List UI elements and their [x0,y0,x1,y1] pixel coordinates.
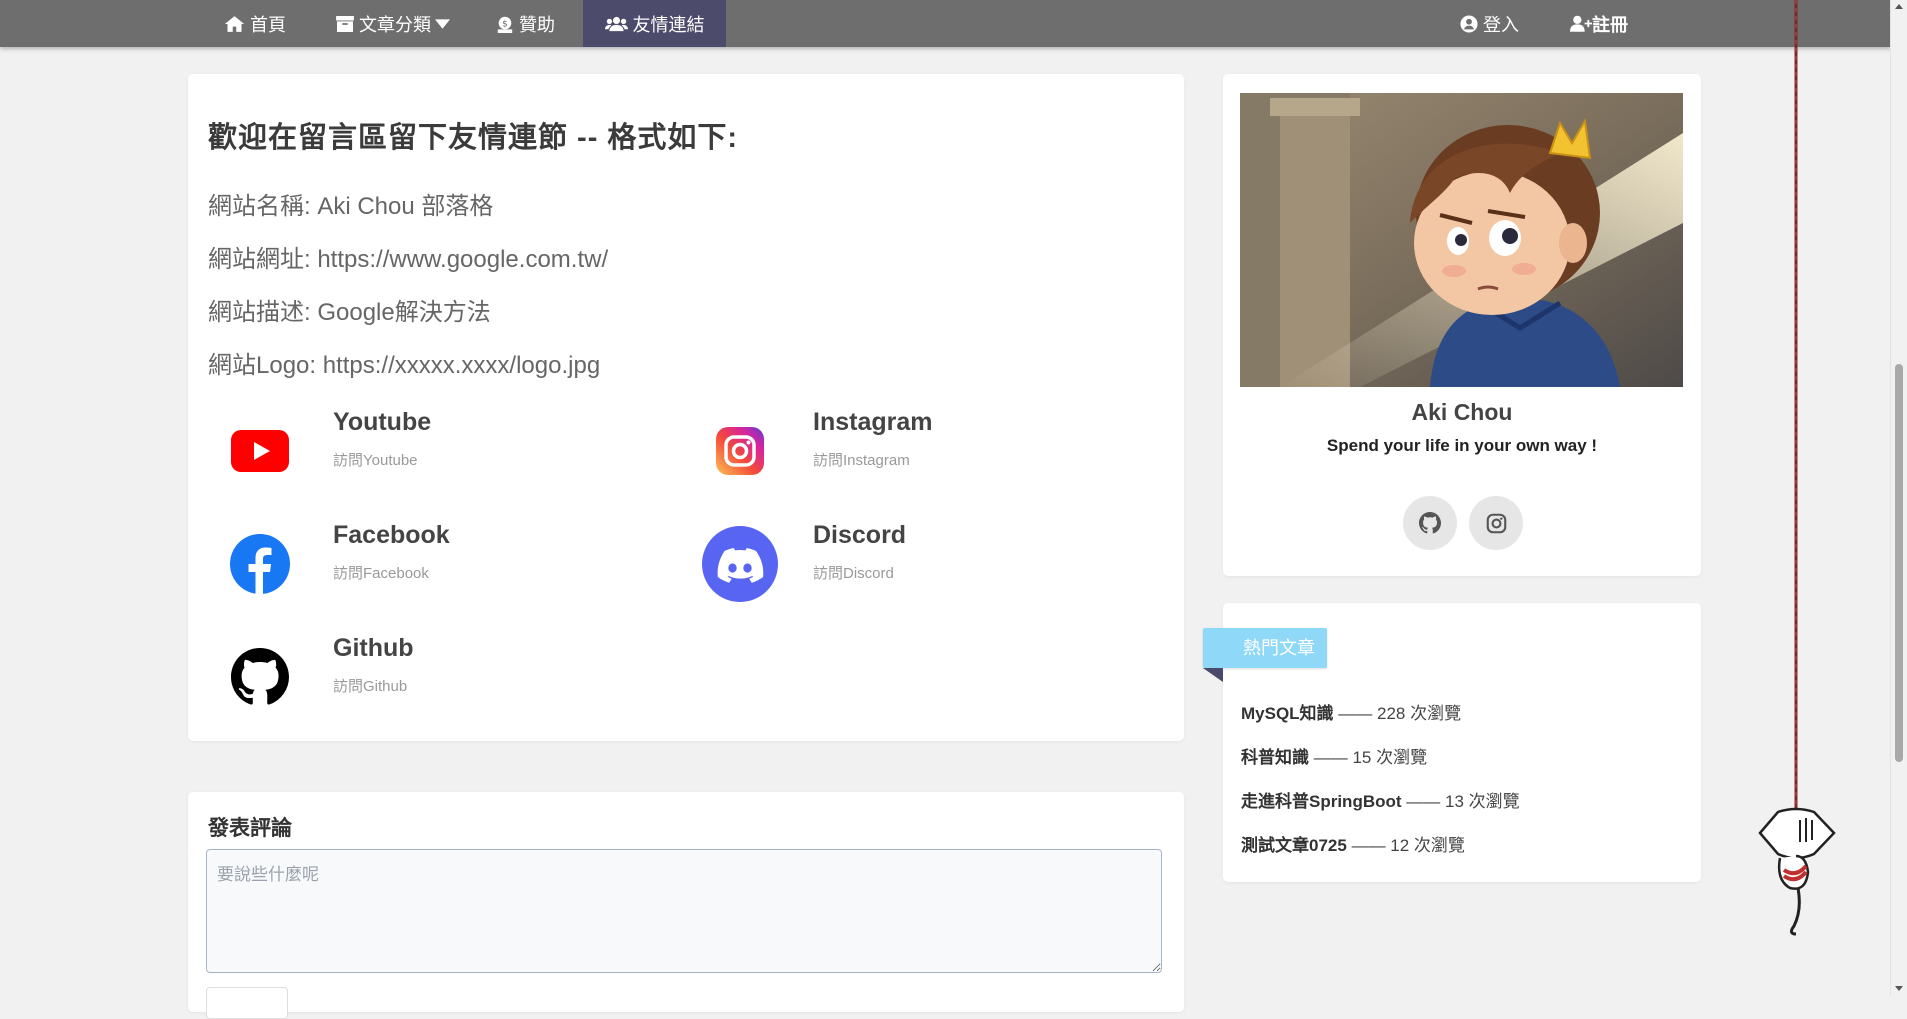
instagram-icon [1486,513,1506,533]
comment-title: 發表評論 [208,817,292,840]
nav-sponsor[interactable]: $ 贊助 [496,0,555,47]
nav-register[interactable]: 註冊 [1570,0,1628,47]
format-site-url: 網站網址: https://www.google.com.tw/ [208,246,609,273]
user-circle-icon [1460,14,1478,33]
friend-links-card: 歡迎在留言區留下友情連節 -- 格式如下: 網站名稱: Aki Chou 部落格… [188,74,1184,741]
page-title: 歡迎在留言區留下友情連節 -- 格式如下: [208,122,739,154]
friend-link-youtube[interactable]: Youtube 訪問Youtube [220,397,640,489]
github-icon [220,637,300,717]
format-site-name: 網站名稱: Aki Chou 部落格 [208,193,494,220]
svg-text:$: $ [502,19,508,29]
top-navbar: 首頁 文章分類 $ 贊助 友情連結 登入 註冊 [0,0,1891,47]
user-plus-icon [1570,15,1592,32]
profile-motto: Spend your life in your own way ! [1326,436,1598,455]
page-scrollbar[interactable] [1890,0,1907,996]
profile-instagram-button[interactable] [1469,496,1523,550]
profile-card: Aki Chou Spend your life in your own way… [1223,74,1701,576]
scroll-up-arrow-icon[interactable] [1895,4,1903,9]
friend-link-instagram[interactable]: Instagram 訪問Instagram [700,397,1120,489]
nav-home[interactable]: 首頁 [224,0,286,47]
hot-articles-tag: 熱門文章 [1203,628,1327,668]
discord-icon [700,524,780,604]
caret-down-icon [435,18,450,29]
nav-category[interactable]: 文章分類 [336,0,455,47]
hot-article-item[interactable]: 走進科普SpringBoot —— 13 次瀏覽 [1241,787,1520,812]
donate-icon: $ [497,16,513,33]
hot-article-item[interactable]: MySQL知識 —— 228 次瀏覽 [1241,699,1461,724]
home-icon [224,15,245,32]
profile-github-button[interactable] [1403,496,1457,550]
scrollbar-thumb[interactable] [1895,364,1903,762]
nav-friend-links[interactable]: 友情連結 [583,0,726,47]
youtube-icon [220,411,300,491]
hanging-cat-decoration[interactable] [1748,0,1844,940]
friend-link-facebook[interactable]: Facebook 訪問Facebook [220,510,640,602]
format-site-logo: 網站Logo: https://xxxxx.xxxx/logo.jpg [208,352,601,379]
facebook-icon [220,524,300,604]
instagram-icon [700,411,780,491]
profile-name: Aki Chou [1411,399,1513,425]
nav-login[interactable]: 登入 [1460,0,1519,47]
archive-icon [336,15,354,32]
comment-card: 發表評論 [188,792,1184,1019]
hot-articles-card: 熱門文章 MySQL知識 —— 228 次瀏覽 科普知識 —— 15 次瀏覽 走… [1203,603,1701,882]
avatar [1240,93,1683,387]
friend-link-discord[interactable]: Discord 訪問Discord [700,510,1120,602]
ribbon-fold [1203,668,1223,682]
format-site-desc: 網站描述: Google解決方法 [208,299,491,326]
comment-input[interactable] [206,849,1162,973]
scroll-down-arrow-icon[interactable] [1895,986,1903,991]
github-icon [1419,512,1441,534]
hot-article-item[interactable]: 科普知識 —— 15 次瀏覽 [1241,743,1427,768]
friend-link-github[interactable]: Github 訪問Github [220,623,640,715]
submit-button[interactable] [206,987,288,1019]
hot-article-item[interactable]: 測試文章0725 —— 12 次瀏覽 [1241,831,1465,856]
users-icon [604,16,628,31]
